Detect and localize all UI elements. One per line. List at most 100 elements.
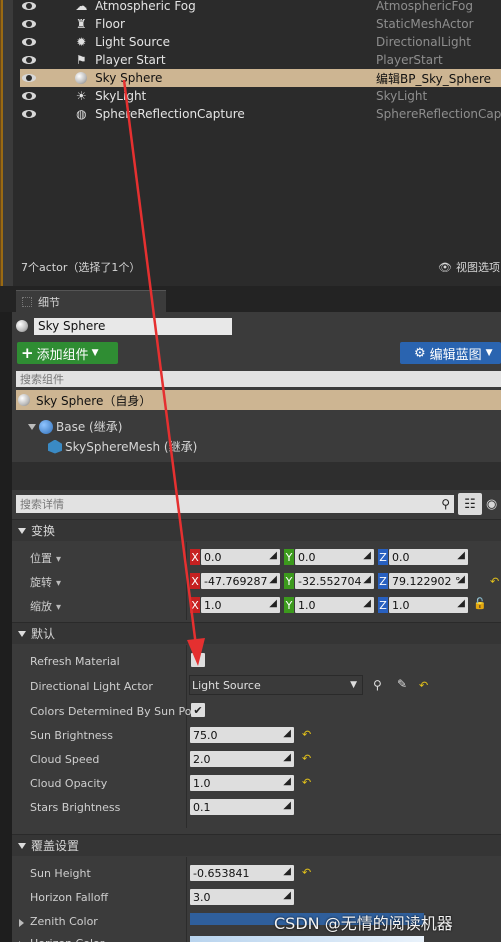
- rotation-label[interactable]: 旋转: [30, 574, 198, 590]
- horizon-falloff-field[interactable]: 3.0 ◢: [190, 889, 294, 905]
- refresh-material-checkbox[interactable]: [191, 653, 205, 667]
- location-z-field[interactable]: 0.0 ◢: [389, 549, 468, 565]
- component-base-label: Base (继承): [56, 420, 123, 434]
- rotation-y-field[interactable]: -32.552704 ◢: [295, 573, 374, 589]
- sun-height-label: Sun Height: [30, 867, 91, 880]
- category-transform[interactable]: 变换: [12, 519, 501, 541]
- sun-height-field[interactable]: -0.653841 ◢: [190, 865, 294, 881]
- outliner-row-sphere-reflection-capture[interactable]: ◍ SphereReflectionCapture SphereReflecti…: [20, 105, 501, 123]
- actor-name: Light Source: [95, 35, 171, 49]
- visibility-eye-icon[interactable]: [22, 1, 36, 11]
- world-outliner: ☁ Atmospheric Fog AtmosphericFog ♜ Floor…: [0, 0, 501, 286]
- eyedropper-icon[interactable]: ✎: [397, 677, 407, 691]
- details-tab-icon: [22, 296, 32, 307]
- sun-icon: ✹: [76, 35, 87, 49]
- directional-light-actor-value: Light Source: [192, 678, 261, 692]
- collapse-arrow-icon: [18, 842, 26, 849]
- scale-z-field[interactable]: 1.0 ◢: [389, 597, 468, 613]
- colors-by-sun-checkbox[interactable]: ✔: [191, 703, 205, 717]
- static-mesh-icon: ♜: [75, 17, 87, 31]
- edit-blueprint-button[interactable]: ⚙ 编辑蓝图 ▼: [400, 342, 501, 364]
- expand-arrow-icon[interactable]: [28, 423, 36, 430]
- visibility-eye-icon[interactable]: [22, 55, 36, 65]
- outliner-row-sky-sphere[interactable]: Sky Sphere 编辑BP_Sky_Sphere: [20, 69, 501, 87]
- cloud-speed-field[interactable]: 2.0 ◢: [190, 751, 294, 767]
- add-component-button[interactable]: + 添加组件 ▼: [17, 342, 118, 364]
- scale-y-field[interactable]: 1.0 ◢: [295, 597, 374, 613]
- category-default[interactable]: 默认: [12, 622, 501, 644]
- directional-light-actor-combo[interactable]: Light Source ▼: [189, 675, 363, 695]
- cloud-opacity-field[interactable]: 1.0 ◢: [190, 775, 294, 791]
- reset-to-default-icon[interactable]: ↶: [490, 575, 499, 588]
- browse-search-icon[interactable]: ⚲: [373, 678, 382, 692]
- reset-to-default-icon[interactable]: ↶: [302, 866, 311, 879]
- lock-icon[interactable]: 🔓: [473, 597, 487, 610]
- sphere-icon: [74, 70, 90, 86]
- component-root-sky-sphere[interactable]: Sky Sphere（自身）: [16, 390, 501, 410]
- plus-icon: +: [21, 344, 34, 362]
- axis-y-icon: Y: [284, 573, 294, 589]
- tab-details[interactable]: 细节: [16, 290, 166, 312]
- sun-brightness-label: Sun Brightness: [30, 729, 114, 742]
- reflection-capture-icon: ◍: [76, 107, 87, 121]
- actor-name: Player Start: [95, 53, 166, 67]
- horizon-color-label: Horizon Color: [30, 937, 198, 942]
- outliner-row-player-start[interactable]: ⚑ Player Start PlayerStart: [20, 51, 501, 69]
- visibility-eye-icon[interactable]: [22, 91, 36, 101]
- view-options-button[interactable]: 👁 视图选项: [438, 259, 500, 275]
- refresh-material-label: Refresh Material: [30, 655, 120, 668]
- stars-brightness-field[interactable]: 0.1 ◢: [190, 799, 294, 815]
- search-details-input[interactable]: 搜索详情 ⚲: [16, 495, 454, 513]
- outliner-row-skylight[interactable]: ☀ SkyLight SkyLight: [20, 87, 501, 105]
- location-x-field[interactable]: 0.0 ◢: [201, 549, 280, 565]
- visibility-eye-icon[interactable]: [22, 37, 36, 47]
- skylight-icon: ☀: [75, 89, 87, 103]
- search-components-input[interactable]: 搜索组件: [16, 371, 501, 387]
- visibility-eye-icon[interactable]: [22, 19, 36, 29]
- scale-label[interactable]: 缩放: [30, 598, 198, 614]
- category-overrides-label: 覆盖设置: [31, 839, 80, 853]
- actor-name: Sky Sphere: [95, 71, 163, 85]
- location-label[interactable]: 位置: [30, 550, 198, 566]
- outliner-row-light-source[interactable]: ✹ Light Source DirectionalLight: [20, 33, 501, 51]
- horizon-color-swatch[interactable]: [190, 936, 424, 942]
- eye-icon: 👁: [438, 260, 452, 274]
- visibility-eye-icon[interactable]: [22, 109, 36, 119]
- scene-component-icon: [39, 419, 53, 434]
- axis-y-icon: Y: [284, 597, 294, 613]
- actor-type: AtmosphericFog: [376, 0, 473, 13]
- outliner-row-floor[interactable]: ♜ Floor StaticMeshActor: [20, 15, 501, 33]
- actor-name-row: Sky Sphere: [16, 317, 501, 335]
- axis-z-icon: Z: [378, 549, 388, 565]
- gears-icon: ⚙: [414, 345, 426, 361]
- fog-icon: ☁: [75, 0, 88, 13]
- detail-view-options-button[interactable]: ◉: [486, 493, 501, 515]
- rotation-z-field[interactable]: 79.122902 ° ◢: [389, 573, 468, 589]
- outliner-row-atmospheric-fog[interactable]: ☁ Atmospheric Fog AtmosphericFog: [20, 0, 501, 15]
- actor-count: 7个actor（选择了1个）: [21, 261, 141, 274]
- expand-arrow-icon[interactable]: [19, 919, 24, 927]
- chevron-down-icon: ▼: [91, 348, 99, 358]
- location-y-field[interactable]: 0.0 ◢: [295, 549, 374, 565]
- reset-to-default-icon[interactable]: ↶: [302, 776, 311, 789]
- actor-name-input[interactable]: Sky Sphere: [34, 317, 232, 335]
- actor-name: SkyLight: [95, 89, 147, 103]
- horizon-falloff-label: Horizon Falloff: [30, 891, 109, 904]
- rotation-x-field[interactable]: -47.769287 ◢: [201, 573, 280, 589]
- property-matrix-button[interactable]: ☷: [458, 493, 482, 515]
- axis-y-icon: Y: [284, 549, 294, 565]
- details-left-edge: [0, 312, 12, 942]
- reset-to-default-icon[interactable]: ↶: [302, 752, 311, 765]
- axis-z-icon: Z: [378, 573, 388, 589]
- visibility-eye-icon[interactable]: [22, 73, 36, 83]
- scale-x-field[interactable]: 1.0 ◢: [201, 597, 280, 613]
- component-sky-sphere-mesh[interactable]: SkySphereMesh (继承): [48, 438, 197, 455]
- reset-to-default-icon[interactable]: ↶: [302, 728, 311, 741]
- category-overrides[interactable]: 覆盖设置: [12, 834, 501, 856]
- sun-brightness-field[interactable]: 75.0 ◢: [190, 727, 294, 743]
- reset-to-default-icon[interactable]: ↶: [419, 679, 428, 692]
- component-base[interactable]: Base (继承): [28, 418, 122, 435]
- actor-type: StaticMeshActor: [376, 17, 474, 31]
- edit-blueprint-link[interactable]: 编辑BP_Sky_Sphere: [376, 70, 501, 87]
- category-default-label: 默认: [31, 627, 56, 641]
